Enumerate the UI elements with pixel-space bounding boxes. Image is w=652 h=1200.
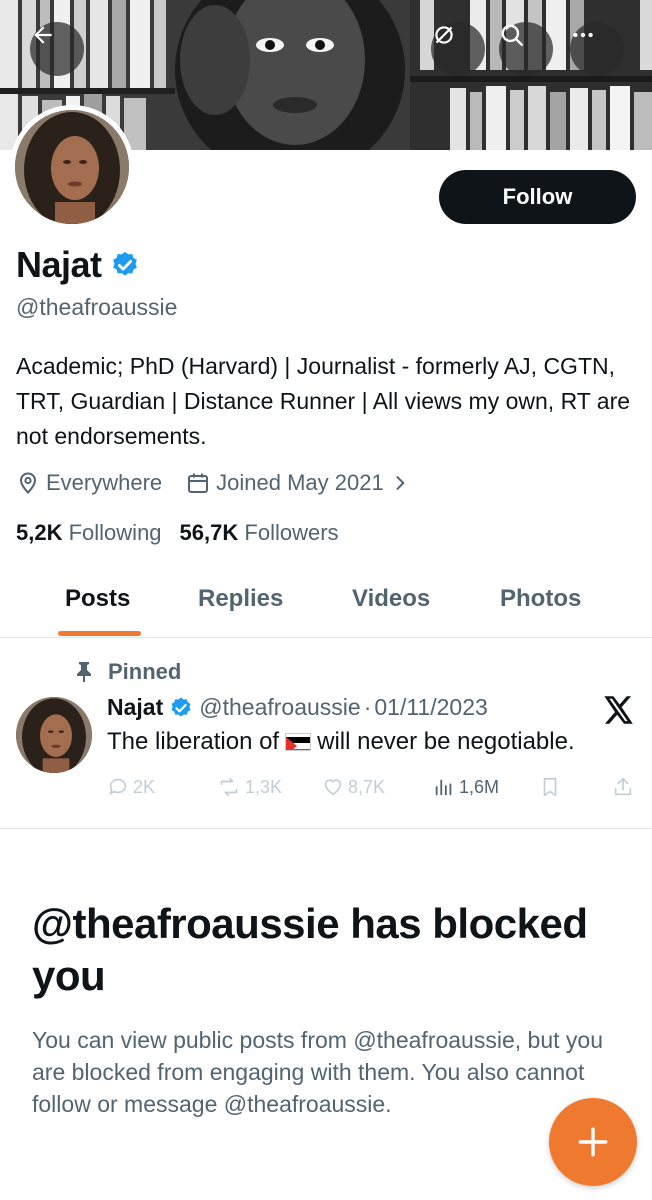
tweet-avatar[interactable] xyxy=(16,697,92,773)
location-item: Everywhere xyxy=(16,470,162,496)
profile-name-row: Najat xyxy=(16,244,140,286)
share-icon xyxy=(614,777,632,796)
follow-button[interactable]: Follow xyxy=(439,170,636,224)
joined-text: Joined May 2021 xyxy=(216,470,384,495)
tweet-text-after: will never be negotiable. xyxy=(317,728,575,755)
view-count: 1,6M xyxy=(459,776,500,797)
section-divider xyxy=(0,828,652,829)
more-icon xyxy=(573,32,593,38)
repost-action[interactable]: 1,3K xyxy=(217,776,282,798)
pin-icon xyxy=(77,662,91,682)
chevron-right-icon xyxy=(396,476,405,490)
reply-count: 2K xyxy=(133,776,156,797)
tweet-actions: 2K 1,3K 8,7K 1,6M xyxy=(107,776,637,804)
pinned-label: Pinned xyxy=(108,659,182,684)
search-icon xyxy=(501,24,523,46)
tweet-author-handle[interactable]: @theafroaussie xyxy=(199,694,360,721)
blocked-description: You can view public posts from @theafroa… xyxy=(32,1027,603,1117)
tweet-author-name[interactable]: Najat xyxy=(107,694,163,721)
back-arrow-icon xyxy=(34,26,52,44)
profile-handle: @theafroaussie xyxy=(16,294,178,320)
tweet-text-before: The liberation of xyxy=(107,728,280,755)
tweet-separator: · xyxy=(363,694,372,720)
reply-action[interactable]: 2K xyxy=(107,776,155,798)
palestine-flag-icon xyxy=(285,733,312,751)
calendar-icon xyxy=(188,473,209,493)
avatar-image xyxy=(15,110,129,224)
tab-photos[interactable]: Photos xyxy=(500,585,581,613)
joined-item[interactable]: Joined May 2021 xyxy=(186,470,410,496)
profile-stats: 5,2K Following 56,7K Followers xyxy=(16,520,357,546)
followers-stat[interactable]: 56,7K Followers xyxy=(180,520,339,546)
tweet-text: The liberation of will never be negotiab… xyxy=(107,728,575,756)
tab-replies[interactable]: Replies xyxy=(198,585,283,613)
heart-icon xyxy=(324,779,342,796)
profile-avatar[interactable] xyxy=(10,105,134,229)
compose-button[interactable] xyxy=(549,1098,637,1186)
tab-posts[interactable]: Posts xyxy=(65,585,130,613)
share-action[interactable] xyxy=(612,776,638,798)
bookmark-action[interactable] xyxy=(539,776,565,798)
grok-icon xyxy=(435,26,453,44)
plus-icon xyxy=(578,1127,608,1157)
repost-icon xyxy=(220,777,238,797)
x-logo-icon xyxy=(604,696,633,724)
bookmark-icon xyxy=(543,777,557,797)
blocked-title: @theafroaussie has blocked you xyxy=(32,900,588,999)
profile-tabs: Posts Replies Videos Photos xyxy=(0,568,652,638)
location-text: Everywhere xyxy=(46,470,163,495)
verified-badge-icon[interactable] xyxy=(110,250,140,280)
followers-label: Followers xyxy=(244,520,339,545)
tweet-avatar-image xyxy=(16,697,92,773)
repost-count: 1,3K xyxy=(245,776,283,797)
back-button[interactable] xyxy=(30,22,84,76)
tweet-header: Najat @theafroaussie · 01/11/2023 xyxy=(107,694,488,721)
following-stat[interactable]: 5,2K Following xyxy=(16,520,162,546)
like-action[interactable]: 8,7K xyxy=(322,776,385,798)
views-action[interactable]: 1,6M xyxy=(433,776,499,798)
grok-button[interactable] xyxy=(431,22,485,76)
profile-bio: Academic; PhD (Harvard) | Journalist - f… xyxy=(16,353,631,449)
profile-display-name: Najat xyxy=(16,244,102,285)
tab-videos[interactable]: Videos xyxy=(352,585,430,613)
more-button[interactable] xyxy=(570,22,624,76)
reply-icon xyxy=(109,778,127,795)
tweet-date[interactable]: 01/11/2023 xyxy=(374,694,487,721)
views-icon xyxy=(435,779,452,796)
following-label: Following xyxy=(68,520,162,545)
verified-badge-icon xyxy=(171,697,191,716)
search-button[interactable] xyxy=(499,22,553,76)
followers-count: 56,7K xyxy=(179,520,239,545)
profile-meta: Everywhere Joined May 2021 xyxy=(16,470,434,496)
like-count: 8,7K xyxy=(348,776,386,797)
following-count: 5,2K xyxy=(16,520,63,545)
location-icon xyxy=(19,472,37,494)
pinned-label-row: Pinned xyxy=(74,659,181,685)
active-tab-indicator xyxy=(58,631,141,636)
